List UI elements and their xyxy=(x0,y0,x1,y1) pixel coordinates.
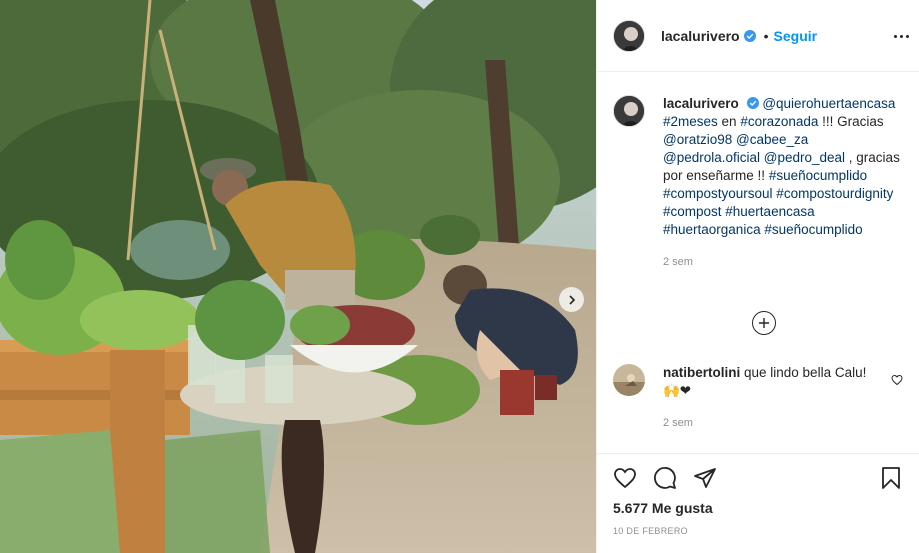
separator-dot: • xyxy=(763,27,769,44)
instagram-post: lacalurivero • Seguir lacalurivero @quie… xyxy=(0,0,919,553)
post-footer: 5.677 Me gusta 10 DE FEBRERO xyxy=(597,453,919,553)
follow-button[interactable]: Seguir xyxy=(774,28,818,44)
plus-icon xyxy=(759,318,769,328)
mention-link[interactable]: @pedro_deal xyxy=(764,150,845,165)
hashtag-link[interactable]: #corazonada xyxy=(740,114,818,129)
comment-body: que lindo bella Calu! xyxy=(740,365,867,380)
verified-badge-icon xyxy=(746,97,759,109)
caption-text: lacalurivero @quierohuertaencasa #2meses… xyxy=(663,95,903,239)
commenter-avatar[interactable] xyxy=(613,364,645,396)
author-username[interactable]: lacalurivero xyxy=(661,28,740,44)
caption-username[interactable]: lacalurivero xyxy=(663,96,739,111)
action-bar xyxy=(613,466,717,490)
post-photo[interactable] xyxy=(0,0,596,553)
verified-badge-icon xyxy=(743,29,756,42)
caption-timestamp[interactable]: 2 sem xyxy=(663,256,903,268)
save-bookmark-icon[interactable] xyxy=(879,466,903,490)
mention-link[interactable]: @cabee_za xyxy=(736,132,808,147)
caption-avatar[interactable] xyxy=(613,95,645,127)
load-more-comments-button[interactable] xyxy=(752,311,776,335)
post-header: lacalurivero • Seguir xyxy=(597,0,919,72)
comment-text: natibertolini que lindo bella Calu! 🙌❤ xyxy=(663,364,883,400)
comment-timestamp[interactable]: 2 sem xyxy=(663,417,693,429)
comment-emoji: 🙌❤ xyxy=(663,383,692,398)
mention-link[interactable]: @oratzio98 xyxy=(663,132,732,147)
like-comment-icon[interactable] xyxy=(891,374,903,386)
post-sidebar: lacalurivero • Seguir lacalurivero @quie… xyxy=(596,0,919,553)
author-avatar[interactable] xyxy=(613,19,645,52)
garden-photo-illustration xyxy=(0,0,596,553)
share-icon[interactable] xyxy=(693,466,717,490)
commenter-username[interactable]: natibertolini xyxy=(663,365,740,380)
mention-link[interactable]: @pedrola.oficial xyxy=(663,150,760,165)
mention-link[interactable]: @quierohuertaencasa xyxy=(762,96,895,111)
like-icon[interactable] xyxy=(613,466,637,490)
chevron-right-icon xyxy=(568,294,575,305)
post-date[interactable]: 10 DE FEBRERO xyxy=(613,526,688,536)
hashtag-link[interactable]: #2meses xyxy=(663,114,718,129)
likes-count[interactable]: 5.677 Me gusta xyxy=(613,500,713,516)
more-options-icon[interactable] xyxy=(889,24,913,48)
comment-item: natibertolini que lindo bella Calu! 🙌❤ xyxy=(613,364,913,400)
comments-section: lacalurivero @quierohuertaencasa #2meses… xyxy=(597,72,919,453)
next-photo-button[interactable] xyxy=(559,287,584,312)
caption-fragment: !!! Gracias xyxy=(818,114,884,129)
caption: lacalurivero @quierohuertaencasa #2meses… xyxy=(613,95,913,268)
comment-icon[interactable] xyxy=(653,466,677,490)
caption-fragment: en xyxy=(717,114,741,129)
